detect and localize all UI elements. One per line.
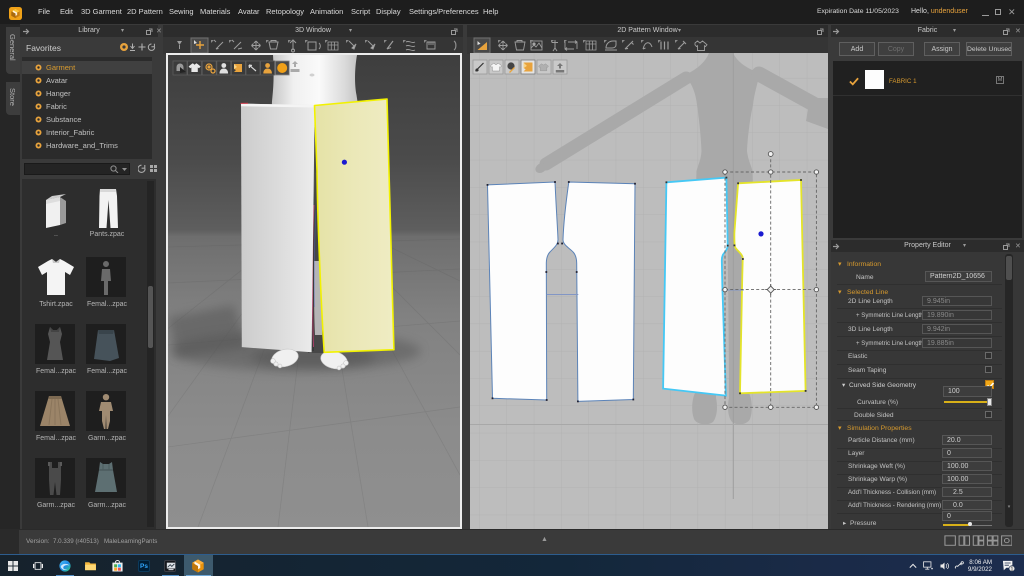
svg-text:1: 1 xyxy=(1010,567,1013,572)
